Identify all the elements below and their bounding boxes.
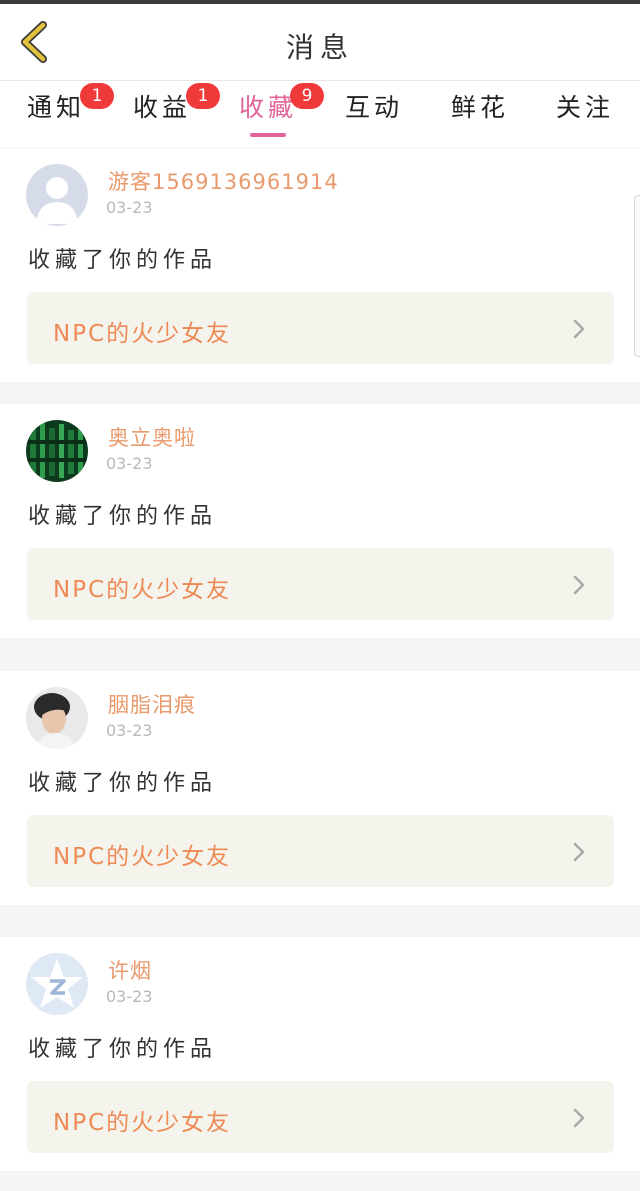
page-title: 消息 [285,31,354,64]
avatar[interactable] [26,164,88,226]
chevron-right-icon [573,1108,585,1128]
tab-label: 鲜花 [450,93,509,122]
portrait-avatar-icon [26,687,88,749]
username[interactable]: 奥立奥啦 [108,422,196,452]
work-title: NPC的火少女友 [53,321,232,347]
chevron-right-icon [573,575,585,595]
tab-label: 互动 [344,93,403,122]
tab-bar: 通知 1 收益 1 收藏 9 互动 鲜花 关注 [0,81,640,147]
tab-flowers[interactable]: 鲜花 [440,91,520,141]
username[interactable]: 胭脂泪痕 [108,689,196,719]
message-date: 03-23 [106,987,153,1006]
work-link[interactable]: NPC的火少女友 [27,548,614,620]
tab-earnings[interactable]: 收益 1 [122,83,220,141]
avatar[interactable] [26,953,88,1015]
tab-notifications[interactable]: 通知 1 [16,83,114,141]
message-text: 收藏了你的作品 [28,1037,218,1062]
message-text: 收藏了你的作品 [28,771,218,796]
message-card: 奥立奥啦 03-23 收藏了你的作品 NPC的火少女友 [0,404,640,638]
unread-badge: 1 [186,83,220,109]
qzone-star-avatar-icon [26,953,88,1015]
scrollbar[interactable] [634,195,640,357]
green-pattern-avatar-icon [26,420,88,482]
tab-label: 关注 [555,93,614,122]
username[interactable]: 游客1569136961914 [108,166,339,196]
work-link[interactable]: NPC的火少女友 [27,1081,614,1153]
chevron-right-icon [573,842,585,862]
chevron-right-icon [573,319,585,339]
tab-interactions[interactable]: 互动 [334,91,414,141]
page-header: 消息 [0,4,640,81]
message-card: 胭脂泪痕 03-23 收藏了你的作品 NPC的火少女友 [0,671,640,905]
work-title: NPC的火少女友 [53,577,232,603]
avatar[interactable] [26,420,88,482]
message-date: 03-23 [106,454,153,473]
work-link[interactable]: NPC的火少女友 [27,292,614,364]
tab-favorites[interactable]: 收藏 9 [228,83,324,141]
message-text: 收藏了你的作品 [28,248,218,273]
tab-follows[interactable]: 关注 [545,91,625,141]
message-card: 许烟 03-23 收藏了你的作品 NPC的火少女友 [0,937,640,1171]
message-text: 收藏了你的作品 [28,504,218,529]
message-date: 03-23 [106,721,153,740]
active-tab-indicator [250,133,286,137]
avatar[interactable] [26,687,88,749]
work-title: NPC的火少女友 [53,1110,232,1136]
unread-badge: 9 [290,83,324,109]
default-user-avatar-icon [26,164,88,226]
message-date: 03-23 [106,198,153,217]
unread-badge: 1 [80,83,114,109]
work-title: NPC的火少女友 [53,844,232,870]
username[interactable]: 许烟 [108,955,152,985]
work-link[interactable]: NPC的火少女友 [27,815,614,887]
message-card: 游客1569136961914 03-23 收藏了你的作品 NPC的火少女友 [0,148,640,382]
